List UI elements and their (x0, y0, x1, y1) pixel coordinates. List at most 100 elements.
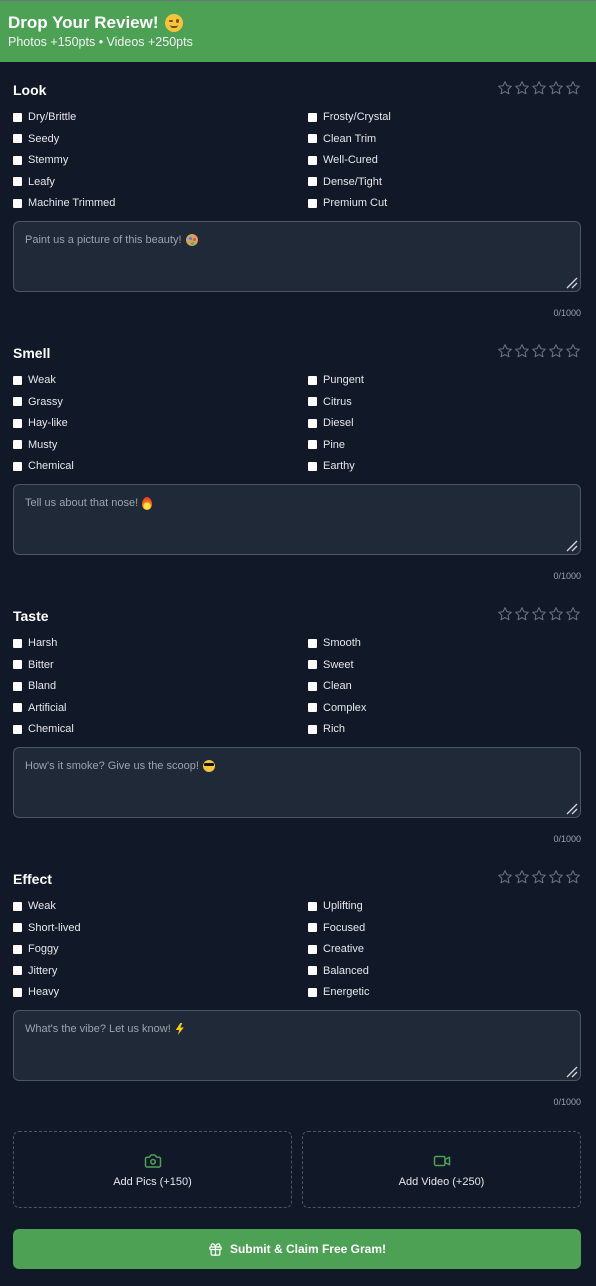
checkbox[interactable] (308, 155, 317, 165)
checkbox[interactable] (13, 987, 22, 997)
option-checkbox[interactable]: Leafy (13, 174, 55, 190)
checkbox[interactable] (308, 198, 317, 208)
checkbox[interactable] (308, 418, 317, 428)
star-icon[interactable] (514, 869, 530, 885)
option-checkbox[interactable]: Dry/Brittle (13, 109, 76, 125)
option-checkbox[interactable]: Frosty/Crystal (308, 109, 391, 125)
option-checkbox[interactable]: Jittery (13, 963, 57, 979)
option-checkbox[interactable]: Harsh (13, 635, 57, 651)
checkbox[interactable] (13, 681, 22, 691)
checkbox[interactable] (13, 440, 22, 449)
star-icon[interactable] (531, 80, 547, 96)
checkbox[interactable] (308, 966, 317, 975)
resize-handle-icon[interactable] (566, 1066, 578, 1078)
option-checkbox[interactable]: Musty (13, 437, 57, 453)
checkbox[interactable] (13, 660, 22, 669)
option-checkbox[interactable]: Pine (308, 437, 345, 453)
option-checkbox[interactable]: Short-lived (13, 920, 81, 936)
option-checkbox[interactable]: Seedy (13, 131, 59, 147)
resize-handle-icon[interactable] (566, 540, 578, 552)
option-checkbox[interactable]: Pungent (308, 372, 364, 388)
option-checkbox[interactable]: Energetic (308, 984, 369, 1000)
checkbox[interactable] (13, 134, 22, 143)
checkbox[interactable] (13, 198, 22, 208)
review-textarea[interactable]: How's it smoke? Give us the scoop! (13, 747, 581, 818)
star-icon[interactable] (514, 80, 530, 96)
checkbox[interactable] (308, 923, 317, 932)
star-icon[interactable] (497, 343, 513, 359)
option-checkbox[interactable]: Machine Trimmed (13, 195, 115, 211)
star-icon[interactable] (565, 343, 581, 359)
review-textarea[interactable]: What's the vibe? Let us know! (13, 1010, 581, 1081)
checkbox[interactable] (13, 638, 22, 648)
option-checkbox[interactable]: Sweet (308, 657, 354, 673)
option-checkbox[interactable]: Premium Cut (308, 195, 387, 211)
resize-handle-icon[interactable] (566, 277, 578, 289)
checkbox[interactable] (308, 397, 317, 406)
star-icon[interactable] (531, 606, 547, 622)
checkbox[interactable] (308, 703, 317, 712)
checkbox[interactable] (13, 155, 22, 165)
star-icon[interactable] (531, 869, 547, 885)
checkbox[interactable] (308, 987, 317, 997)
option-checkbox[interactable]: Well-Cured (308, 152, 378, 168)
checkbox[interactable] (308, 638, 317, 648)
option-checkbox[interactable]: Rich (308, 721, 345, 737)
checkbox[interactable] (308, 112, 317, 122)
star-icon[interactable] (548, 869, 564, 885)
option-checkbox[interactable]: Hay-like (13, 415, 68, 431)
option-checkbox[interactable]: Focused (308, 920, 365, 936)
checkbox[interactable] (308, 660, 317, 669)
option-checkbox[interactable]: Weak (13, 372, 56, 388)
option-checkbox[interactable]: Earthy (308, 458, 355, 474)
review-textarea[interactable]: Paint us a picture of this beauty! (13, 221, 581, 292)
option-checkbox[interactable]: Bland (13, 678, 56, 694)
option-checkbox[interactable]: Chemical (13, 721, 74, 737)
checkbox[interactable] (13, 966, 22, 975)
option-checkbox[interactable]: Bitter (13, 657, 54, 673)
option-checkbox[interactable]: Creative (308, 941, 364, 957)
checkbox[interactable] (308, 134, 317, 143)
option-checkbox[interactable]: Clean (308, 678, 352, 694)
checkbox[interactable] (308, 461, 317, 471)
star-icon[interactable] (497, 869, 513, 885)
checkbox[interactable] (13, 397, 22, 406)
star-icon[interactable] (565, 606, 581, 622)
star-icon[interactable] (565, 869, 581, 885)
checkbox[interactable] (13, 703, 22, 712)
checkbox[interactable] (13, 112, 22, 122)
option-checkbox[interactable]: Diesel (308, 415, 354, 431)
option-checkbox[interactable]: Uplifting (308, 898, 363, 914)
star-icon[interactable] (548, 80, 564, 96)
star-icon[interactable] (548, 343, 564, 359)
option-checkbox[interactable]: Chemical (13, 458, 74, 474)
review-textarea[interactable]: Tell us about that nose! (13, 484, 581, 555)
checkbox[interactable] (13, 944, 22, 954)
option-checkbox[interactable]: Clean Trim (308, 131, 376, 147)
star-icon[interactable] (565, 80, 581, 96)
option-checkbox[interactable]: Complex (308, 700, 366, 716)
checkbox[interactable] (308, 681, 317, 691)
star-icon[interactable] (514, 606, 530, 622)
option-checkbox[interactable]: Smooth (308, 635, 361, 651)
checkbox[interactable] (308, 440, 317, 449)
add-pics-button[interactable]: Add Pics (+150) (13, 1131, 292, 1208)
option-checkbox[interactable]: Dense/Tight (308, 174, 382, 190)
checkbox[interactable] (308, 375, 317, 385)
checkbox[interactable] (13, 375, 22, 385)
checkbox[interactable] (13, 418, 22, 428)
star-icon[interactable] (514, 343, 530, 359)
checkbox[interactable] (13, 461, 22, 471)
star-icon[interactable] (497, 80, 513, 96)
option-checkbox[interactable]: Artificial (13, 700, 67, 716)
checkbox[interactable] (13, 901, 22, 911)
checkbox[interactable] (13, 923, 22, 932)
option-checkbox[interactable]: Heavy (13, 984, 59, 1000)
option-checkbox[interactable]: Stemmy (13, 152, 68, 168)
checkbox[interactable] (308, 944, 317, 954)
checkbox[interactable] (13, 724, 22, 734)
option-checkbox[interactable]: Foggy (13, 941, 59, 957)
checkbox[interactable] (308, 177, 317, 186)
option-checkbox[interactable]: Balanced (308, 963, 369, 979)
add-video-button[interactable]: Add Video (+250) (302, 1131, 581, 1208)
